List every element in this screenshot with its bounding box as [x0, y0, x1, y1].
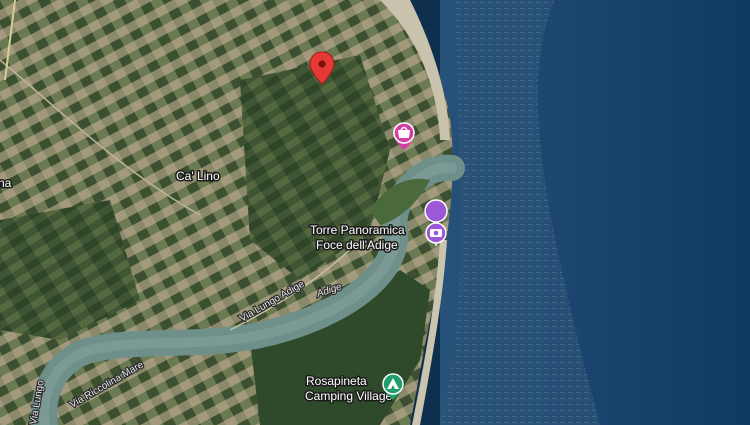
poi-label-line2: Foce dell'Adige — [316, 238, 398, 252]
place-label-edge[interactable]: na — [0, 175, 13, 192]
poi-rosapineta-camping[interactable]: Rosapineta Camping Village — [304, 373, 404, 405]
place-label-ca-lino[interactable]: Ca' Lino — [175, 168, 222, 185]
poi-label-line2: Camping Village — [305, 389, 392, 403]
poi-label-line1: Torre Panoramica — [310, 223, 405, 237]
poi-label-line1: Rosapineta — [306, 374, 367, 388]
satellite-map[interactable]: Ca' Lino na Adige Via Lungo Adige Via Ri… — [0, 0, 750, 425]
